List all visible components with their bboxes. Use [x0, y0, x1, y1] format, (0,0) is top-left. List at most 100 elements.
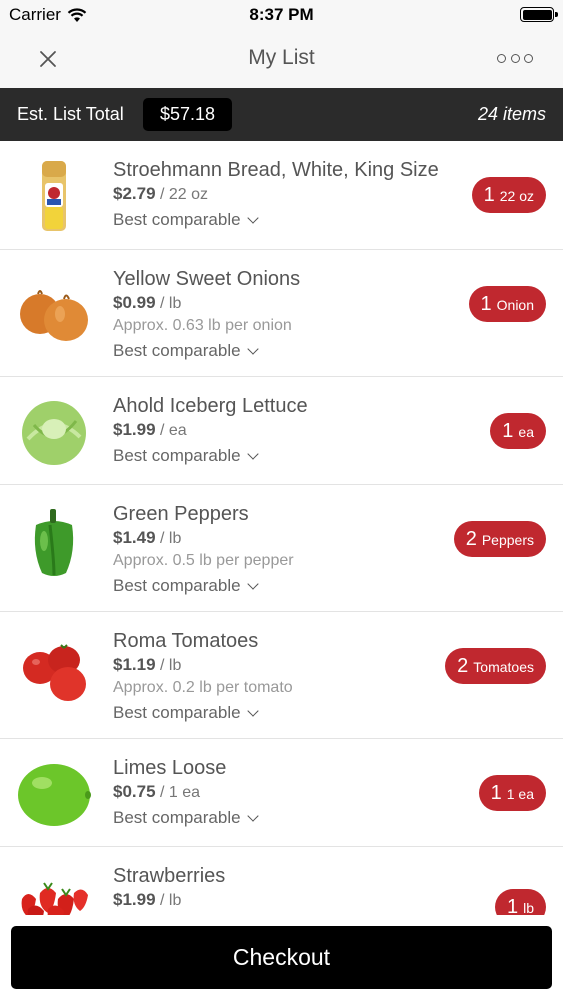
best-comparable-label: Best comparable [113, 210, 241, 229]
quantity-value: 2 [457, 655, 469, 677]
item-price-unit: / ea [155, 422, 187, 439]
quantity-button[interactable]: 2 Tomatoes [445, 648, 546, 684]
item-price: $1.49 [113, 528, 156, 547]
item-price: $1.19 [113, 655, 156, 674]
quantity-value: 1 [480, 293, 492, 315]
item-name: Strawberries [113, 865, 226, 887]
item-price-unit: / lb [155, 892, 182, 909]
shopping-list[interactable]: Stroehmann Bread, White, King Size $2.79… [0, 141, 563, 915]
chevron-down-icon [246, 809, 259, 822]
item-count: 24 items [477, 104, 546, 124]
checkout-button[interactable]: Checkout [11, 926, 552, 989]
quantity-unit: Tomatoes [473, 659, 534, 675]
item-name: Ahold Iceberg Lettuce [113, 395, 308, 417]
item-name: Stroehmann Bread, White, King Size [113, 159, 439, 181]
quantity-button[interactable]: 1 22 oz [471, 177, 546, 213]
item-name: Yellow Sweet Onions [113, 268, 301, 290]
item-price: $0.99 [113, 293, 156, 312]
quantity-unit: 1 ea [506, 786, 534, 802]
lettuce-image [22, 401, 86, 465]
bread-image [42, 161, 66, 231]
item-price-line: $1.19 / lb [113, 654, 453, 677]
more-options-button[interactable] [497, 47, 533, 69]
status-time: 8:37 PM [249, 5, 314, 24]
best-comparable-dropdown[interactable]: Best comparable [113, 340, 259, 362]
list-item[interactable]: Roma Tomatoes $1.19 / lb Approx. 0.2 lb … [0, 612, 563, 739]
item-price-line: $2.79 / 22 oz [113, 183, 453, 206]
more-dots-icon [497, 53, 506, 63]
best-comparable-label: Best comparable [113, 446, 241, 465]
item-price-unit: / lb [155, 657, 182, 674]
quantity-unit: lb [523, 900, 534, 915]
item-info: Yellow Sweet Onions $0.99 / lb Approx. 0… [113, 267, 453, 362]
item-price-line: $1.49 / lb [113, 527, 453, 550]
quantity-value: 1 [483, 184, 495, 206]
quantity-unit: Peppers [481, 532, 534, 548]
item-approx-weight: Approx. 0.63 lb per onion [113, 317, 292, 334]
item-info: Roma Tomatoes $1.19 / lb Approx. 0.2 lb … [113, 629, 453, 724]
item-price-unit: / 22 oz [155, 186, 209, 203]
best-comparable-dropdown[interactable]: Best comparable [113, 575, 259, 597]
page-title: My List [248, 46, 315, 69]
quantity-button[interactable]: 1 Onion [468, 286, 546, 322]
list-item[interactable]: Yellow Sweet Onions $0.99 / lb Approx. 0… [0, 250, 563, 377]
chevron-down-icon [246, 211, 259, 224]
item-price: $1.99 [113, 890, 156, 909]
chevron-down-icon [246, 342, 259, 355]
quantity-unit: Onion [496, 297, 534, 313]
item-price-unit: / 1 ea [155, 784, 201, 801]
quantity-button[interactable]: 1 ea [490, 413, 546, 449]
battery-icon [520, 7, 558, 22]
quantity-button[interactable]: 1 lb [494, 889, 546, 915]
item-info: Strawberries $1.99 / lb [113, 864, 453, 912]
list-item[interactable]: Strawberries $1.99 / lb 1 lb [0, 847, 563, 915]
item-name: Limes Loose [113, 757, 227, 779]
est-total-label: Est. List Total [17, 104, 124, 124]
best-comparable-dropdown[interactable]: Best comparable [113, 445, 259, 467]
item-approx-weight: Approx. 0.5 lb per pepper [113, 552, 294, 569]
item-price: $1.99 [113, 420, 156, 439]
item-approx-weight: Approx. 0.2 lb per tomato [113, 679, 293, 696]
best-comparable-dropdown[interactable]: Best comparable [113, 209, 259, 231]
quantity-unit: ea [518, 424, 534, 440]
quantity-unit: 22 oz [499, 188, 534, 204]
best-comparable-dropdown[interactable]: Best comparable [113, 702, 259, 724]
best-comparable-label: Best comparable [113, 576, 241, 595]
item-info: Limes Loose $0.75 / 1 ea Best comparable [113, 756, 453, 829]
item-price-line: $1.99 / ea [113, 419, 453, 442]
list-item[interactable]: Ahold Iceberg Lettuce $1.99 / ea Best co… [0, 377, 563, 485]
item-info: Stroehmann Bread, White, King Size $2.79… [113, 158, 453, 231]
checkout-footer: Checkout [0, 915, 563, 1000]
status-bar: Carrier 8:37 PM [0, 0, 563, 30]
item-name: Green Peppers [113, 503, 249, 525]
quantity-value: 2 [465, 528, 477, 550]
quantity-button[interactable]: 2 Peppers [453, 521, 546, 557]
list-item[interactable]: Stroehmann Bread, White, King Size $2.79… [0, 141, 563, 250]
item-price-unit: / lb [155, 530, 182, 547]
quantity-value: 1 [490, 782, 502, 804]
item-info: Green Peppers $1.49 / lb Approx. 0.5 lb … [113, 502, 453, 597]
item-price-line: $1.99 / lb [113, 889, 453, 912]
lime-image [18, 764, 91, 826]
quantity-button[interactable]: 1 1 ea [478, 775, 546, 811]
item-name: Roma Tomatoes [113, 630, 259, 652]
quantity-value: 1 [502, 420, 514, 442]
quantity-value: 1 [506, 896, 519, 915]
item-price: $2.79 [113, 184, 156, 203]
close-button[interactable] [34, 45, 62, 73]
nav-bar: My List [0, 30, 563, 88]
item-price: $0.75 [113, 782, 156, 801]
list-item[interactable]: Green Peppers $1.49 / lb Approx. 0.5 lb … [0, 485, 563, 612]
tomato-image [23, 644, 86, 701]
chevron-down-icon [246, 447, 259, 460]
pepper-image [34, 509, 74, 576]
best-comparable-dropdown[interactable]: Best comparable [113, 807, 259, 829]
best-comparable-label: Best comparable [113, 808, 241, 827]
onion-image [20, 290, 88, 341]
item-price-line: $0.75 / 1 ea [113, 781, 453, 804]
list-item[interactable]: Limes Loose $0.75 / 1 ea Best comparable… [0, 739, 563, 847]
item-info: Ahold Iceberg Lettuce $1.99 / ea Best co… [113, 394, 453, 467]
chevron-down-icon [246, 704, 259, 717]
best-comparable-label: Best comparable [113, 341, 241, 360]
item-price-line: $0.99 / lb [113, 292, 453, 315]
